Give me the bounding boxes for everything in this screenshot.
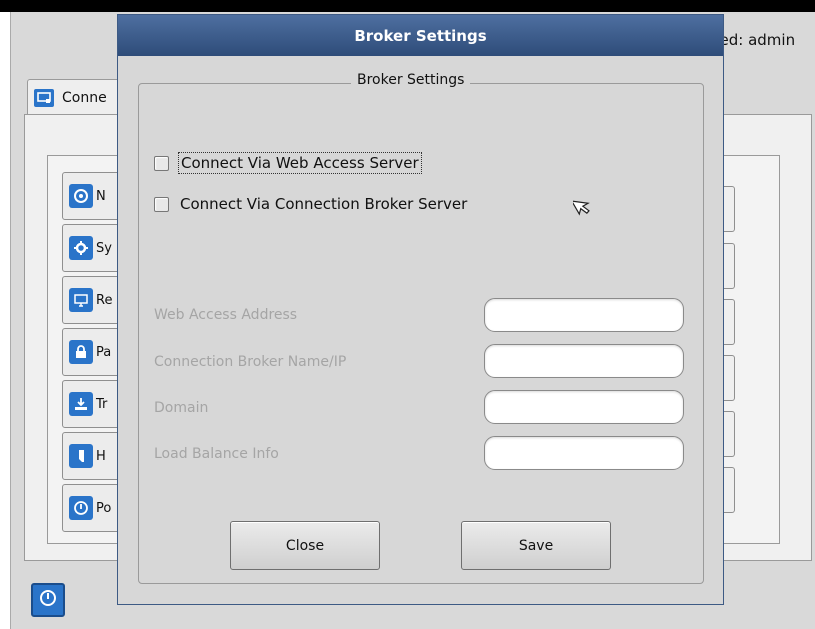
sidebar-button-remote[interactable]: Re <box>62 276 124 324</box>
domain-label: Domain <box>154 400 209 416</box>
sidebar-button-label: Tr <box>96 396 108 412</box>
web-access-checkbox-label[interactable]: Connect Via Web Access Server <box>178 152 422 174</box>
top-bar <box>0 0 815 12</box>
connection-icon <box>34 89 54 107</box>
transfer-icon <box>69 392 93 416</box>
connection-broker-input[interactable] <box>484 344 684 378</box>
group-title: Broker Settings <box>351 72 471 88</box>
web-access-address-input[interactable] <box>484 298 684 332</box>
system-gear-icon <box>69 236 93 260</box>
sidebar-button-label: Pa <box>96 344 112 360</box>
sidebar-button-label: Po <box>96 500 112 516</box>
sidebar-button-label: H <box>96 448 106 464</box>
mouse-cursor-icon <box>570 195 593 221</box>
domain-input[interactable] <box>484 390 684 424</box>
sidebar-button-label: Sy <box>96 240 112 256</box>
connection-broker-checkbox-row[interactable]: Connect Via Connection Broker Server <box>154 194 469 214</box>
tab-connections[interactable]: Conne <box>27 79 129 116</box>
load-balance-info-label: Load Balance Info <box>154 446 279 462</box>
sidebar-button-power[interactable]: Po <box>62 484 124 532</box>
sidebar-button-help[interactable]: H <box>62 432 124 480</box>
dialog-title-bar[interactable]: Broker Settings <box>118 15 723 56</box>
tab-label: Conne <box>62 90 107 106</box>
broker-settings-dialog: Broker Settings Broker Settings Connect … <box>117 14 724 605</box>
save-button[interactable]: Save <box>461 521 611 570</box>
web-access-checkbox-row[interactable]: Connect Via Web Access Server <box>154 152 422 174</box>
sidebar-button-label: Re <box>96 292 113 308</box>
connection-broker-checkbox-label[interactable]: Connect Via Connection Broker Server <box>178 194 469 214</box>
network-icon <box>69 184 93 208</box>
sidebar-button-password[interactable]: Pa <box>62 328 124 376</box>
password-lock-icon <box>69 340 93 364</box>
connection-broker-checkbox[interactable] <box>154 196 169 212</box>
sidebar-button-system[interactable]: Sy <box>62 224 124 272</box>
connection-broker-label: Connection Broker Name/IP <box>154 354 347 370</box>
sidebar-button-network[interactable]: N <box>62 172 124 220</box>
sidebar-button-transfer[interactable]: Tr <box>62 380 124 428</box>
power-menu-button[interactable] <box>31 583 65 617</box>
sidebar-button-label: N <box>96 188 106 204</box>
dialog-title: Broker Settings <box>354 26 487 45</box>
remote-display-icon <box>69 288 93 312</box>
close-button[interactable]: Close <box>230 521 380 570</box>
web-access-address-label: Web Access Address <box>154 307 298 323</box>
help-icon <box>69 444 93 468</box>
load-balance-info-input[interactable] <box>484 436 684 470</box>
power-icon <box>69 496 93 520</box>
power-icon <box>38 588 58 612</box>
web-access-checkbox[interactable] <box>154 155 169 171</box>
